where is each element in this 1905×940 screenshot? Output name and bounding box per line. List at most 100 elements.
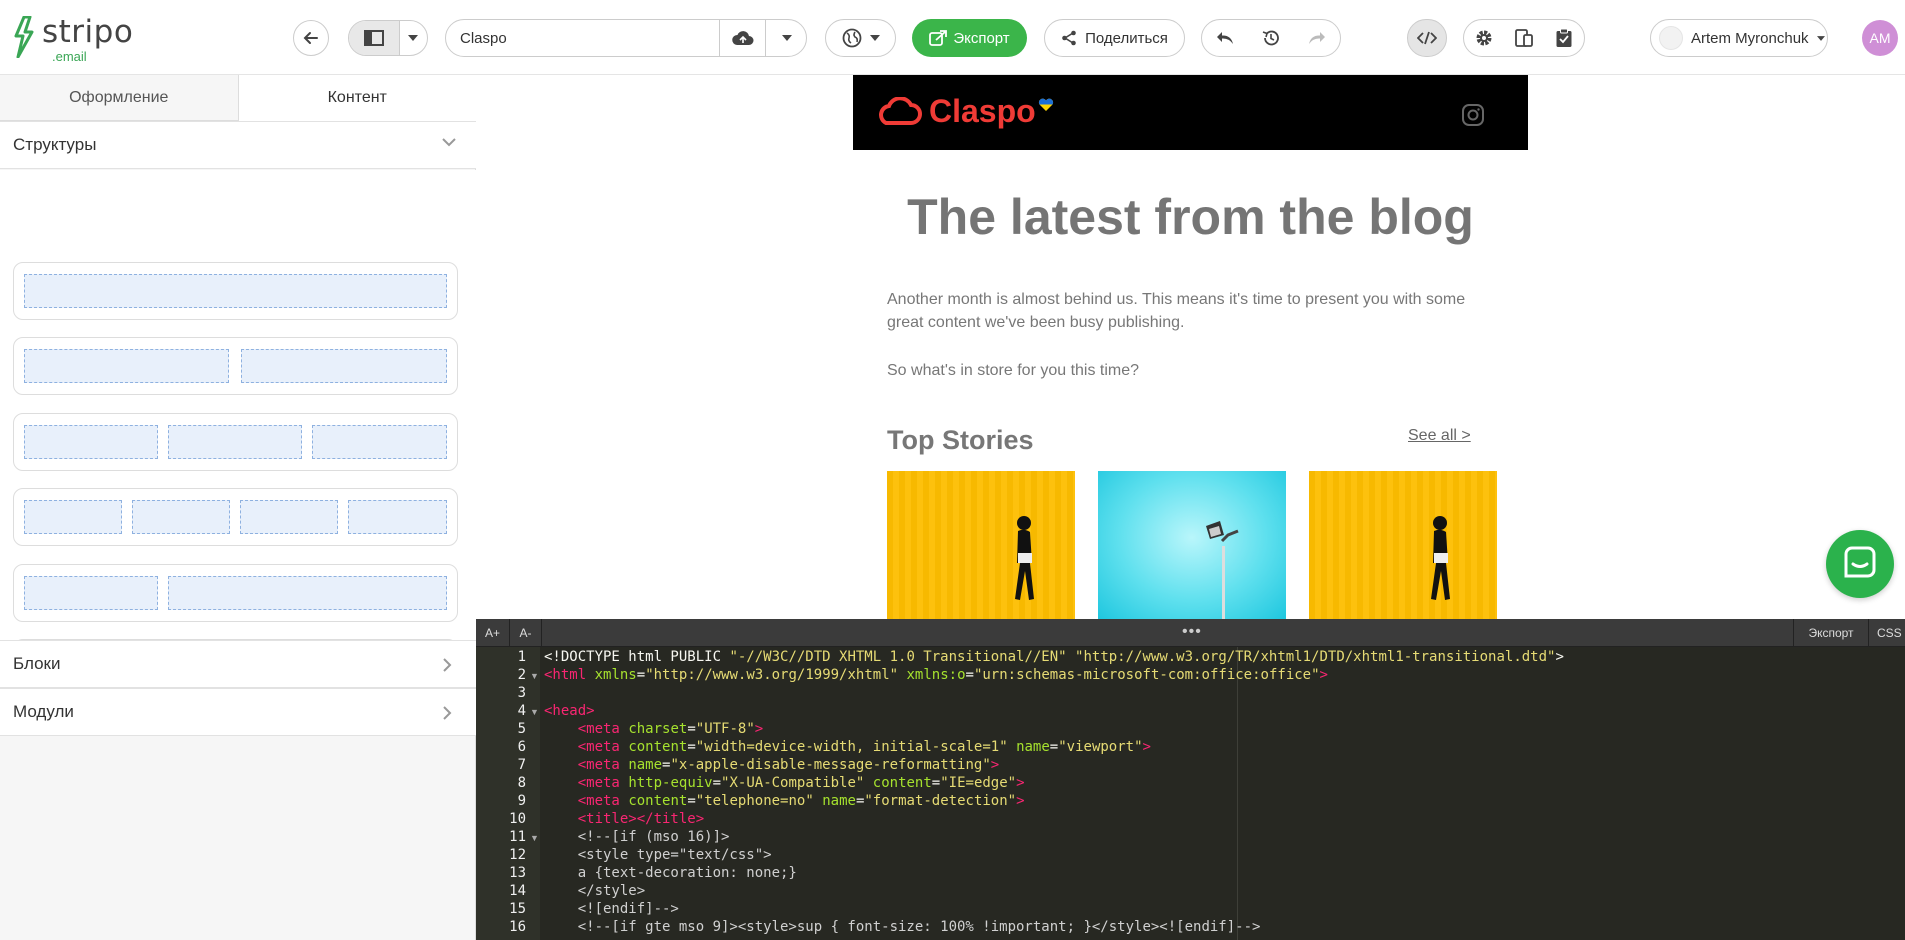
structure-column	[132, 500, 230, 534]
line-number: 15	[509, 901, 526, 917]
redo-icon	[1309, 32, 1325, 44]
settings-button[interactable]	[1464, 20, 1504, 56]
fold-arrow-icon[interactable]: ▼	[530, 833, 539, 843]
export-button[interactable]: Экспорт	[912, 19, 1027, 57]
code-editor-toolbar: A+ A- ••• Экспорт CSS	[476, 619, 1905, 647]
export-icon	[929, 30, 948, 46]
code-line: <![endif]-->	[544, 901, 679, 917]
share-button[interactable]: Поделиться	[1044, 19, 1185, 57]
line-number: 13	[509, 865, 526, 881]
back-button[interactable]	[293, 20, 329, 56]
user-avatar-placeholder	[1659, 26, 1683, 50]
instagram-icon[interactable]	[1461, 103, 1485, 127]
structure-column	[312, 425, 447, 459]
email-header[interactable]: Claspo	[853, 75, 1528, 150]
caret-down-icon	[869, 35, 880, 41]
code-line: <meta http-equiv="X-UA-Compatible" conte…	[577, 775, 1025, 791]
layout-panel-icon[interactable]	[349, 21, 400, 55]
line-number: 9	[517, 793, 526, 809]
line-number: 14	[509, 883, 526, 899]
top-stories-heading[interactable]: Top Stories	[887, 425, 1034, 456]
layout-toggle-button[interactable]	[348, 20, 428, 56]
line-number-gutter: 1 2 3 4 5 6 7 8 9 10 11 12 13 14 15 16 ▼…	[476, 647, 540, 940]
save-cloud-button[interactable]	[719, 20, 765, 56]
language-button[interactable]	[825, 19, 896, 57]
structure-column	[168, 425, 302, 459]
preview-devices-button[interactable]	[1504, 20, 1544, 56]
font-increase-button[interactable]: A+	[476, 619, 510, 647]
line-number: 4	[517, 703, 526, 719]
code-line: <!--[if gte mso 9]><style>sup { font-siz…	[544, 919, 1261, 935]
arrow-left-icon	[303, 32, 318, 44]
export-label: Экспорт	[953, 29, 1010, 47]
section-blocks[interactable]: Блоки	[0, 640, 476, 688]
stripo-logo[interactable]: stripo .email	[12, 14, 133, 64]
template-name-group	[445, 19, 807, 57]
redo-button[interactable]	[1294, 20, 1340, 56]
avatar[interactable]: AM	[1862, 20, 1898, 56]
cloud-logo-icon	[879, 96, 922, 125]
tab-design[interactable]: Оформление	[0, 75, 238, 121]
story-image-3[interactable]	[1309, 471, 1497, 619]
editor-export-button[interactable]: Экспорт	[1793, 619, 1869, 647]
structure-4-columns[interactable]	[13, 488, 458, 546]
code-editor[interactable]: A+ A- ••• Экспорт CSS 1 2 3 4 5 6 7 8 9 …	[476, 619, 1905, 940]
structure-column	[348, 500, 447, 534]
undo-button[interactable]	[1202, 20, 1248, 56]
walking-woman-image	[1015, 516, 1034, 600]
email-title[interactable]: The latest from the blog	[853, 188, 1528, 246]
line-number: 5	[517, 721, 526, 737]
line-number: 7	[517, 757, 526, 773]
code-icon	[1417, 31, 1437, 45]
fold-arrow-icon[interactable]: ▼	[530, 671, 539, 681]
code-line: <head>	[544, 703, 595, 719]
layout-dropdown-caret[interactable]	[400, 21, 427, 55]
tab-content[interactable]: Контент	[237, 75, 476, 121]
email-intro-question[interactable]: So what's in store for you this time?	[887, 359, 1487, 382]
line-number: 12	[509, 847, 526, 863]
top-toolbar: stripo .email Экспорт Поделиться	[0, 0, 1905, 75]
email-intro-text[interactable]: Another month is almost behind us. This …	[887, 288, 1487, 334]
font-decrease-button[interactable]: A-	[510, 619, 542, 647]
test-email-button[interactable]	[1544, 20, 1584, 56]
css-tab[interactable]: CSS	[1869, 619, 1905, 647]
code-line: <meta content="width=device-width, initi…	[577, 739, 1151, 755]
heart-flag-icon	[1038, 98, 1053, 111]
code-line: <meta charset="UTF-8">	[577, 721, 764, 737]
devices-icon	[1515, 29, 1533, 47]
history-icon	[1262, 30, 1279, 46]
story-image-1[interactable]	[887, 471, 1075, 619]
share-icon	[1062, 30, 1076, 46]
caret-down-icon	[781, 35, 792, 41]
save-dropdown-caret[interactable]	[765, 20, 807, 56]
line-number: 1	[517, 649, 526, 665]
structure-3-columns[interactable]	[13, 413, 458, 471]
structure-column	[24, 425, 158, 459]
email-canvas[interactable]: Claspo The latest from the blog Another …	[476, 75, 1905, 619]
section-structures[interactable]: Структуры	[0, 121, 476, 169]
support-chat-button[interactable]	[1826, 530, 1894, 598]
template-name-input[interactable]	[446, 20, 719, 56]
logo-subtext: .email	[52, 49, 87, 64]
user-menu-button[interactable]: Artem Myronchuk	[1650, 19, 1828, 57]
see-all-link[interactable]: See all >	[1408, 427, 1471, 445]
structure-column	[24, 576, 158, 610]
story-image-2[interactable]	[1098, 471, 1286, 619]
section-modules[interactable]: Модули	[0, 688, 476, 736]
code-line: </style>	[544, 883, 646, 899]
cloud-upload-icon	[731, 31, 753, 45]
version-history-button[interactable]	[1248, 20, 1294, 56]
resize-handle[interactable]: •••	[1182, 623, 1202, 641]
line-number: 2	[517, 667, 526, 683]
structure-2-columns[interactable]	[13, 337, 458, 395]
code-editor-button[interactable]	[1407, 19, 1447, 57]
street-lamp-image	[1206, 521, 1239, 619]
structures-list	[0, 170, 476, 697]
fold-arrow-icon[interactable]: ▼	[530, 707, 539, 717]
caret-down-icon	[408, 35, 419, 41]
structure-1-column[interactable]	[13, 262, 458, 320]
section-blocks-label: Блоки	[13, 654, 61, 673]
structure-1-2-columns[interactable]	[13, 564, 458, 622]
structure-column	[240, 500, 338, 534]
walking-woman-image	[1431, 516, 1450, 600]
